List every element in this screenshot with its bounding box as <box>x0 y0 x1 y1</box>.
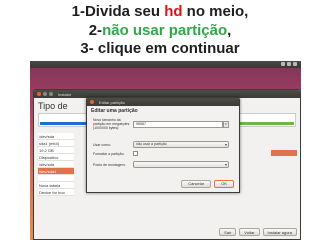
selected-row-highlight <box>271 150 297 156</box>
instruction-caption: 1-Divida seu hd no meio, 2-não usar part… <box>0 3 320 59</box>
installer-window-title: Instalar <box>58 91 72 97</box>
mount-label: Ponto de montagem: <box>93 162 126 167</box>
use-as-label: Usar como: <box>93 142 111 147</box>
power-icon[interactable] <box>293 62 297 66</box>
caption-line-2: 2-não usar partição, <box>88 21 232 39</box>
size-stepper[interactable]: ± <box>223 120 229 128</box>
use-as-select[interactable]: não usar a partição <box>133 141 229 148</box>
quit-button[interactable]: Sair <box>219 228 237 236</box>
list-item[interactable]: Dispositivo <box>38 154 74 161</box>
dialog-titlebar: Editar partição <box>87 98 239 106</box>
volume-icon[interactable] <box>287 62 291 66</box>
list-item[interactable]: /dev/sda <box>38 161 74 168</box>
mount-row: Ponto de montagem: <box>93 161 229 168</box>
close-icon[interactable] <box>90 100 94 104</box>
dialog-heading: Editar uma partição <box>91 108 138 114</box>
install-now-button[interactable]: Instalar agora <box>262 228 297 236</box>
top-panel <box>30 61 301 68</box>
list-item[interactable]: /dev/sda <box>38 133 74 140</box>
network-icon[interactable] <box>281 62 285 66</box>
size-input[interactable]: 98587 <box>133 120 223 128</box>
size-label: Novo tamanho da partição em megabytes (1… <box>93 118 130 130</box>
list-item[interactable]: Nova tabela <box>38 182 74 189</box>
use-as-row: Usar como: não usar a partição <box>93 141 229 148</box>
list-item[interactable]: 19.2 GB <box>38 147 74 154</box>
back-button[interactable]: Voltar <box>239 228 260 236</box>
ok-button[interactable]: OK <box>214 180 234 188</box>
format-checkbox[interactable] <box>133 151 138 156</box>
cancel-button[interactable]: Cancelar <box>181 180 212 188</box>
mount-point-select[interactable] <box>133 161 229 168</box>
minimize-icon[interactable] <box>43 92 47 96</box>
list-item[interactable]: Device for boo <box>38 189 74 196</box>
list-item[interactable] <box>38 175 74 182</box>
partition-list[interactable]: /dev/sda sda1 (ext4) 19.2 GB Dispositivo… <box>38 133 74 196</box>
dialog-buttons: Cancelar OK <box>181 180 234 188</box>
list-item-selected[interactable]: /dev/sda1 <box>38 168 74 175</box>
caption-line-1: 1-Divida seu hd no meio, <box>71 3 249 20</box>
close-icon[interactable] <box>37 92 41 96</box>
desktop-screenshot: Instalar Tipo de /dev/sda sda1 (ext4) 19… <box>30 61 301 240</box>
caption-line-3: 3- clique em continuar <box>80 40 240 57</box>
caption-hd-highlight: hd <box>164 3 183 20</box>
list-item[interactable]: sda1 (ext4) <box>38 140 74 147</box>
size-row: Novo tamanho da partição em megabytes (1… <box>93 118 229 130</box>
format-row: Formatar a partição: <box>93 151 138 156</box>
dialog-window-title: Editar partição <box>99 99 125 105</box>
installer-buttons: Sair Voltar Instalar agora <box>219 228 297 236</box>
edit-partition-dialog: Editar partição Editar uma partição Novo… <box>86 97 240 193</box>
maximize-icon[interactable] <box>49 92 53 96</box>
system-tray <box>281 62 297 66</box>
format-label: Formatar a partição: <box>93 151 125 156</box>
caption-option-highlight: não usar partição <box>102 21 228 39</box>
